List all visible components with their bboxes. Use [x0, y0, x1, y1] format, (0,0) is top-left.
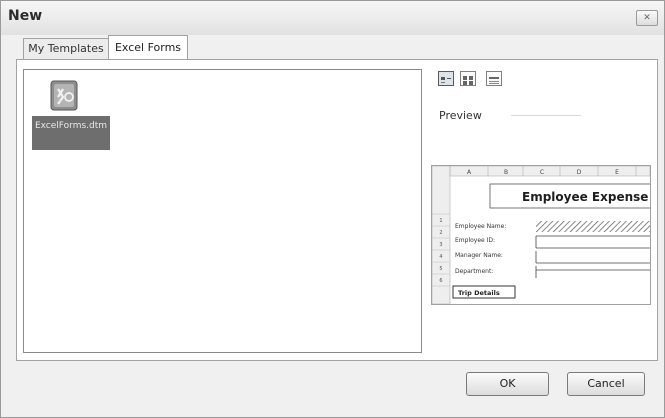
tab-my-templates[interactable]: My Templates	[23, 38, 109, 59]
row-header: 3	[439, 242, 442, 248]
row-header: 6	[439, 278, 442, 284]
field-label: Employee ID:	[455, 237, 495, 244]
large-icons-view-button[interactable]	[438, 71, 454, 86]
file-icon-wrap	[31, 78, 111, 116]
column-header: E	[615, 169, 619, 176]
list-view-button[interactable]	[460, 71, 476, 86]
list-view-icon	[463, 76, 473, 85]
row-header: 5	[439, 266, 442, 272]
close-button[interactable]: ✕	[636, 10, 658, 26]
column-header: B	[504, 169, 508, 176]
preview-pane: A B C D E 1 2 3 4 5 6 Employee Expense E…	[431, 165, 651, 305]
template-list[interactable]: ExcelForms.dtm	[23, 69, 422, 353]
form-template-icon	[50, 80, 78, 111]
row-header: 1	[439, 218, 442, 224]
section-header: Trip Details	[458, 289, 500, 297]
large-icons-view-icon	[441, 77, 451, 83]
field-label: Employee Name:	[455, 223, 506, 230]
field-label: Department:	[455, 268, 493, 275]
column-header: D	[577, 169, 582, 176]
ok-button[interactable]: OK	[466, 372, 549, 396]
details-view-icon	[489, 77, 499, 84]
close-icon: ✕	[643, 13, 651, 23]
spreadsheet-preview: A B C D E 1 2 3 4 5 6 Employee Expense E…	[432, 166, 650, 304]
row-header: 2	[439, 230, 442, 236]
file-item[interactable]: ExcelForms.dtm	[31, 78, 111, 150]
file-name: ExcelForms.dtm	[32, 116, 110, 150]
field-label: Manager Name:	[455, 252, 503, 259]
dialog-title: New	[8, 8, 43, 24]
row-header: 4	[439, 254, 442, 260]
tab-excel-forms[interactable]: Excel Forms	[108, 35, 188, 60]
cancel-button[interactable]: Cancel	[567, 372, 645, 396]
details-view-button[interactable]	[486, 71, 502, 86]
new-dialog: New ✕ My Templates Excel Forms ExcelForm…	[0, 0, 665, 418]
title-bar[interactable]: New ✕	[1, 1, 664, 35]
preview-divider	[511, 115, 581, 116]
preview-label: Preview	[439, 109, 482, 122]
preview-heading: Employee Expense	[522, 190, 648, 204]
column-header: C	[540, 169, 544, 176]
